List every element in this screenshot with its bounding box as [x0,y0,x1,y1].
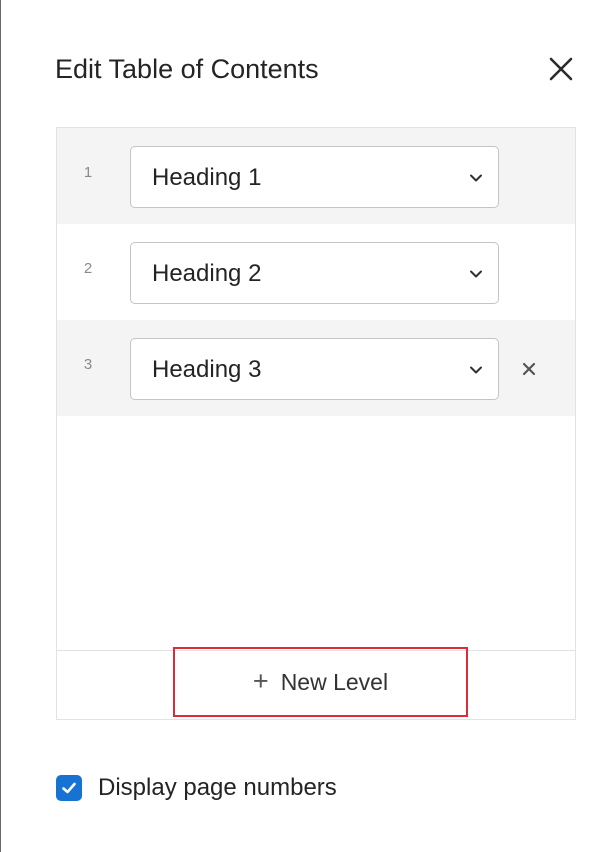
close-icon [549,57,573,81]
level-2-select[interactable]: Heading 2 [130,242,499,304]
display-page-numbers-checkbox[interactable] [56,775,82,801]
edit-toc-panel: Edit Table of Contents 1 Heading 1 2 Hea… [0,0,609,852]
close-button[interactable] [541,50,581,88]
level-2-select-value: Heading 2 [152,260,262,287]
display-page-numbers-label: Display page numbers [98,774,337,801]
level-3-select[interactable]: Heading 3 [130,338,499,400]
level-number: 1 [83,164,93,181]
new-level-button[interactable]: + New Level [173,647,468,717]
levels-list: 1 Heading 1 2 Heading 2 3 Heading 3 + Ne… [56,127,576,720]
display-page-numbers-option[interactable]: Display page numbers [56,774,337,802]
level-number: 3 [83,356,93,373]
dialog-title: Edit Table of Contents [55,54,319,84]
level-row-1: 1 Heading 1 [57,128,575,224]
level-3-select-value: Heading 3 [152,356,262,383]
checkmark-icon [62,782,76,794]
level-1-select-value: Heading 1 [152,164,262,191]
level-row-2: 2 Heading 2 [57,224,575,320]
remove-level-button[interactable] [511,351,547,387]
chevron-down-icon [470,270,482,278]
plus-icon: + [252,665,269,696]
level-row-3: 3 Heading 3 [57,320,575,416]
chevron-down-icon [470,174,482,182]
level-number: 2 [83,260,93,277]
remove-icon [522,362,536,376]
new-level-label: New Level [280,668,389,695]
chevron-down-icon [470,366,482,374]
level-1-select[interactable]: Heading 1 [130,146,499,208]
